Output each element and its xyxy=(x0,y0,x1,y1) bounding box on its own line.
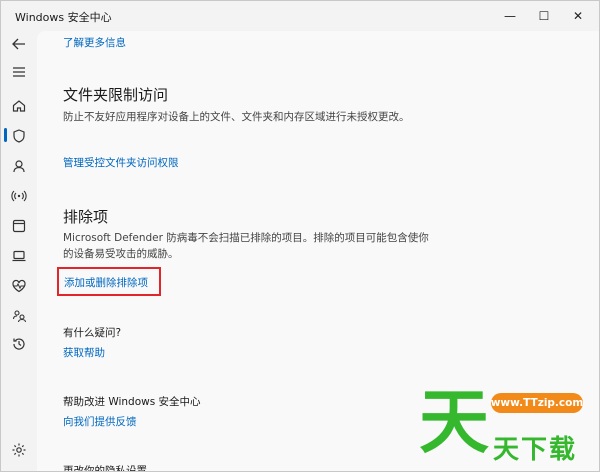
watermark-logo-glyph: 天 xyxy=(419,381,489,463)
feedback-link[interactable]: 向我们提供反馈 xyxy=(63,414,137,429)
manage-folder-access-link[interactable]: 管理受控文件夹访问权限 xyxy=(63,155,179,170)
shield-icon[interactable] xyxy=(7,125,31,147)
nav-sidebar xyxy=(1,31,37,471)
questions-heading: 有什么疑问? xyxy=(63,327,122,339)
window-title: Windows 安全中心 xyxy=(15,11,112,24)
watermark-url: www.TTzip.com xyxy=(491,393,583,413)
close-button[interactable]: ✕ xyxy=(563,5,593,27)
folder-access-heading: 文件夹限制访问 xyxy=(63,86,169,104)
maximize-button[interactable]: ☐ xyxy=(529,5,559,27)
get-help-link[interactable]: 获取帮助 xyxy=(63,345,105,360)
menu-icon[interactable] xyxy=(7,61,31,83)
app-browser-icon[interactable] xyxy=(7,215,31,237)
site-watermark: 天 www.TTzip.com 天下载 xyxy=(419,383,599,471)
learn-more-link[interactable]: 了解更多信息 xyxy=(63,35,126,50)
add-remove-exclusions-link[interactable]: 添加或删除排除项 xyxy=(64,275,148,290)
back-icon[interactable] xyxy=(7,33,31,55)
history-icon[interactable] xyxy=(7,333,31,355)
network-icon[interactable] xyxy=(7,185,31,207)
app-window: Windows 安全中心 — ☐ ✕ 了解更多信息 文件夹限制访问 防止不友好应… xyxy=(0,0,600,472)
folder-access-description: 防止不友好应用程序对设备上的文件、文件夹和内存区域进行未授权更改。 xyxy=(63,111,410,123)
privacy-heading: 更改你的隐私设置 xyxy=(63,465,147,471)
exclusions-description: Microsoft Defender 防病毒不会扫描已排除的项目。排除的项目可能… xyxy=(63,232,429,260)
minimize-button[interactable]: — xyxy=(495,5,525,27)
watermark-text: 天下载 xyxy=(493,435,578,465)
device-security-icon[interactable] xyxy=(7,245,31,267)
home-icon[interactable] xyxy=(7,95,31,117)
title-bar: Windows 安全中心 — ☐ ✕ xyxy=(1,1,599,31)
exclusions-heading: 排除项 xyxy=(63,208,109,226)
improve-heading: 帮助改进 Windows 安全中心 xyxy=(63,396,201,408)
health-icon[interactable] xyxy=(7,275,31,297)
family-icon[interactable] xyxy=(7,305,31,327)
settings-icon[interactable] xyxy=(7,439,31,461)
account-icon[interactable] xyxy=(7,155,31,177)
